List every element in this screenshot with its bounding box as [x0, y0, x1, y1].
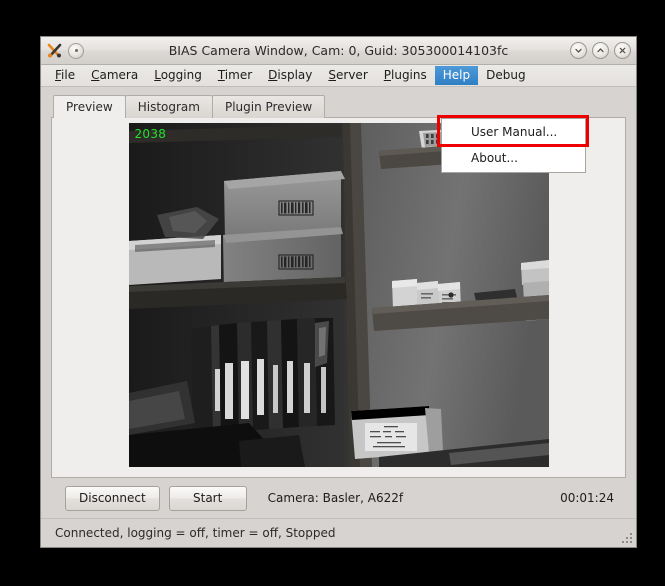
camera-controls: Disconnect Start Camera: Basler, A622f 0… — [51, 478, 626, 518]
menu-separator — [446, 145, 581, 146]
status-text: Connected, logging = off, timer = off, S… — [55, 526, 336, 540]
menu-help-label: Help — [442, 68, 471, 82]
tab-histogram[interactable]: Histogram — [124, 95, 213, 118]
camera-scene — [128, 123, 549, 467]
status-bar: Connected, logging = off, timer = off, S… — [41, 518, 636, 547]
start-button[interactable]: Start — [168, 485, 247, 511]
tab-preview-label: Preview — [66, 100, 113, 114]
menu-bar: File Camera Logging Timer Display Server… — [41, 65, 636, 87]
minimize-button[interactable] — [570, 42, 587, 59]
menu-logging-label: ogging — [160, 68, 202, 82]
menu-timer[interactable]: Timer — [210, 66, 260, 85]
menu-help[interactable]: Help — [434, 66, 479, 85]
tab-plugin-preview-label: Plugin Preview — [224, 100, 313, 114]
help-dropdown-menu: User Manual... About... — [441, 118, 586, 173]
frame-counter-overlay: 2038 — [134, 127, 167, 141]
menu-file[interactable]: File — [47, 66, 83, 85]
menu-server-label: erver — [336, 68, 368, 82]
menu-plugins[interactable]: Plugins — [376, 66, 435, 85]
tab-plugin-preview[interactable]: Plugin Preview — [211, 95, 326, 118]
title-bar-left — [46, 42, 84, 59]
window-controls — [570, 42, 631, 59]
bias-camera-window: BIAS Camera Window, Cam: 0, Guid: 305300… — [40, 36, 637, 548]
camera-preview-image[interactable]: 2038 — [128, 123, 549, 467]
menu-display[interactable]: Display — [260, 66, 320, 85]
menu-camera-label: amera — [99, 68, 139, 82]
menu-item-about[interactable]: About... — [442, 147, 585, 170]
title-bar[interactable]: BIAS Camera Window, Cam: 0, Guid: 305300… — [41, 37, 636, 65]
camera-info-label: Camera: Basler, A622f — [267, 491, 404, 505]
menu-server[interactable]: Server — [320, 66, 375, 85]
bias-app-icon — [46, 42, 63, 59]
tab-histogram-label: Histogram — [137, 100, 200, 114]
menu-camera[interactable]: Camera — [83, 66, 146, 85]
menu-file-label: ile — [61, 68, 76, 82]
elapsed-timer: 00:01:24 — [560, 491, 614, 505]
menu-display-label: isplay — [277, 68, 313, 82]
tab-preview[interactable]: Preview — [53, 95, 126, 118]
resize-grip[interactable] — [620, 531, 634, 545]
maximize-button[interactable] — [592, 42, 609, 59]
window-menu-button[interactable] — [68, 42, 84, 59]
menu-timer-label: imer — [224, 68, 253, 82]
menu-debug-label: Debug — [486, 68, 526, 82]
menu-debug[interactable]: Debug — [478, 66, 533, 85]
menu-item-user-manual[interactable]: User Manual... — [442, 121, 585, 144]
menu-logging[interactable]: Logging — [146, 66, 210, 85]
tab-strip: Preview Histogram Plugin Preview — [53, 95, 626, 118]
window-title: BIAS Camera Window, Cam: 0, Guid: 305300… — [168, 43, 509, 58]
menu-plugins-label: lugins — [391, 68, 427, 82]
disconnect-button[interactable]: Disconnect — [65, 485, 160, 511]
close-button[interactable] — [614, 42, 631, 59]
